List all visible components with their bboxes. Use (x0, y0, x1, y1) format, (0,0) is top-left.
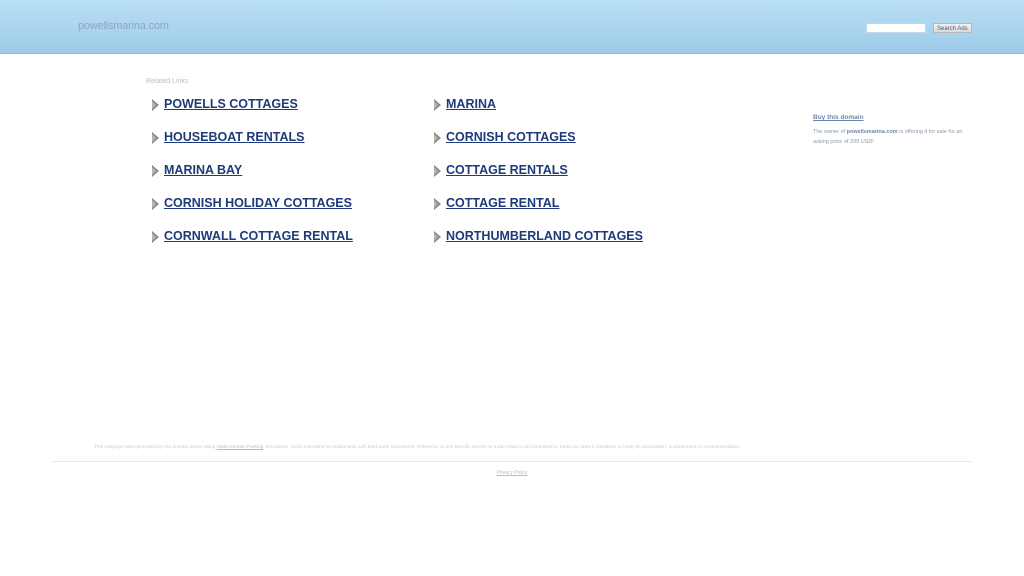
footer-divider (52, 461, 972, 462)
related-link[interactable]: MARINA (446, 96, 496, 112)
related-link[interactable]: COTTAGE RENTAL (446, 195, 559, 211)
arrow-right-icon (152, 132, 159, 144)
related-links-heading: Related Links (146, 78, 189, 85)
disclaimer-suffix: . Disclaimer: Sedo maintains no relation… (263, 445, 741, 450)
disclaimer-text: This webpage was generated by the domain… (94, 445, 954, 450)
sale-sidebar: Buy this domain The owner of powellsmari… (813, 114, 978, 147)
header-bar: powellsmarina.com Search Ads (0, 0, 1024, 54)
arrow-right-icon (434, 231, 441, 243)
arrow-right-icon (152, 165, 159, 177)
privacy-policy-link[interactable]: Privacy Policy (496, 470, 527, 476)
search-input[interactable] (866, 23, 926, 33)
arrow-right-icon (152, 231, 159, 243)
related-link[interactable]: COTTAGE RENTALS (446, 162, 568, 178)
search-ads-button[interactable]: Search Ads (933, 23, 972, 33)
arrow-right-icon (434, 99, 441, 111)
sale-prefix: The owner of (813, 129, 847, 135)
privacy-footer: Privacy Policy (0, 470, 1024, 476)
sedo-parking-link[interactable]: Sedo Domain Parking (217, 445, 264, 450)
related-link[interactable]: CORNWALL COTTAGE RENTAL (164, 228, 353, 244)
related-link[interactable]: POWELLS COTTAGES (164, 96, 298, 112)
related-link[interactable]: MARINA BAY (164, 162, 242, 178)
related-link[interactable]: CORNISH COTTAGES (446, 129, 576, 145)
related-link[interactable]: HOUSEBOAT RENTALS (164, 129, 305, 145)
sale-domain: powellsmarina.com (846, 129, 898, 135)
arrow-right-icon (152, 198, 159, 210)
domain-title[interactable]: powellsmarina.com (78, 20, 169, 32)
arrow-right-icon (434, 165, 441, 177)
arrow-right-icon (152, 99, 159, 111)
buy-domain-link[interactable]: Buy this domain (813, 114, 978, 121)
arrow-right-icon (434, 132, 441, 144)
sale-info-text: The owner of powellsmarina.com is offeri… (813, 128, 978, 147)
related-link[interactable]: NORTHUMBERLAND COTTAGES (446, 228, 643, 244)
related-link[interactable]: CORNISH HOLIDAY COTTAGES (164, 195, 352, 211)
arrow-right-icon (434, 198, 441, 210)
disclaimer-prefix: This webpage was generated by the domain… (94, 445, 217, 450)
